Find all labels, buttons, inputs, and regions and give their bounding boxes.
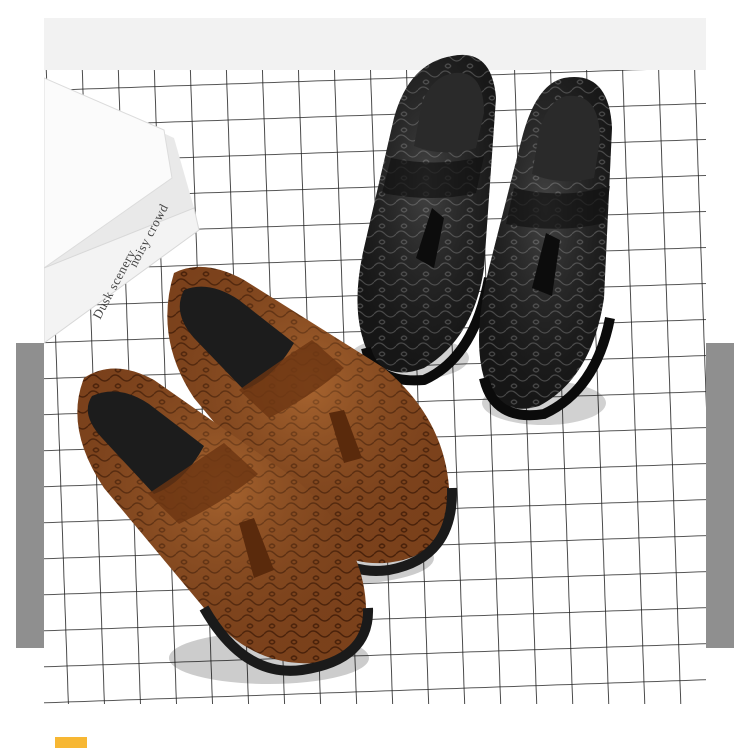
- left-decorative-bar: [16, 343, 46, 648]
- product-photo: noisy crowd Dusk scenery: [44, 18, 706, 704]
- accent-tab: [55, 737, 87, 748]
- right-decorative-bar: [704, 343, 734, 648]
- back-wall: [44, 18, 706, 70]
